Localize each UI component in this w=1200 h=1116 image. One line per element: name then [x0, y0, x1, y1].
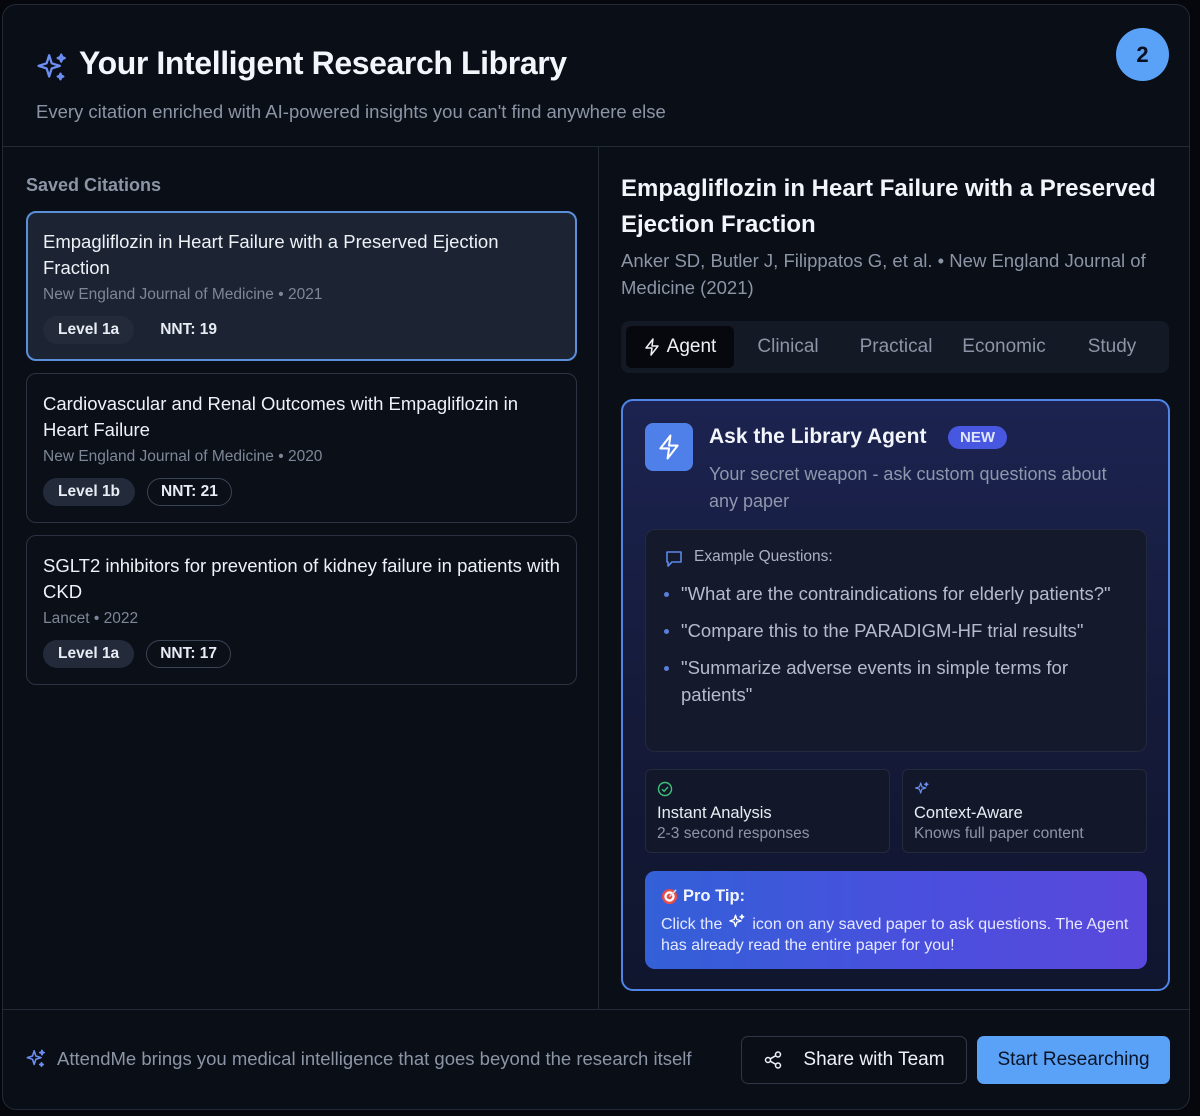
share-icon	[765, 1051, 782, 1069]
tab-label: Practical	[859, 336, 933, 357]
feature-description: 2-3 second responses	[657, 825, 810, 842]
pro-tip-text-before: Click the	[661, 916, 723, 933]
new-badge: NEW	[948, 426, 1007, 449]
tab-bar: Agent Clinical Practical Economic Study	[621, 321, 1169, 373]
tab-label: Economic	[962, 336, 1046, 357]
citations-panel: Saved Citations Empagliflozin in Heart F…	[3, 147, 599, 1009]
citation-title: Empagliflozin in Heart Failure with a Pr…	[43, 231, 499, 278]
agent-description: Your secret weapon - ask custom question…	[709, 464, 1107, 511]
citation-card[interactable]: Cardiovascular and Renal Outcomes with E…	[26, 373, 577, 523]
step-badge: 2	[1116, 28, 1169, 81]
sparkle-icon	[729, 914, 745, 928]
agent-heading: Ask the Library Agent	[709, 425, 927, 448]
citation-tags: Level 1a NNT: 17	[43, 640, 560, 668]
feature-title: Instant Analysis	[657, 804, 772, 822]
paper-title: Empagliflozin in Heart Failure with a Pr…	[621, 175, 1156, 238]
tab-label: Study	[1087, 336, 1137, 357]
citation-card[interactable]: Empagliflozin in Heart Failure with a Pr…	[26, 211, 577, 361]
examples-label: Example Questions:	[694, 548, 833, 565]
section-label: Saved Citations	[26, 175, 162, 195]
example-question[interactable]: "Compare this to the PARADIGM-HF trial r…	[664, 617, 1134, 644]
pro-tip-title: Pro Tip:	[683, 887, 746, 905]
feature-description: Knows full paper content	[914, 825, 1084, 842]
evidence-level-badge: Level 1a	[43, 316, 135, 344]
evidence-level-badge: Level 1a	[43, 640, 135, 668]
pro-tip-box: Pro Tip: Click the icon on any saved pape…	[645, 871, 1147, 969]
tab-practical[interactable]: Practical	[842, 326, 950, 368]
agent-icon-tile	[645, 423, 693, 471]
example-questions-box: Example Questions: "What are the contrai…	[645, 529, 1147, 752]
tab-economic[interactable]: Economic	[950, 326, 1058, 368]
pro-tip-text: Click the icon on any saved paper to ask …	[661, 913, 1137, 956]
tab-agent[interactable]: Agent	[626, 326, 734, 368]
sparkle-icon	[26, 1049, 46, 1068]
citation-meta: New England Journal of Medicine • 2020	[43, 448, 323, 465]
citation-tags: Level 1b NNT: 21	[43, 478, 560, 506]
paper-authors: Anker SD, Butler J, Filippatos G, et al.…	[621, 250, 1146, 298]
page-title: Your Intelligent Research Library	[79, 45, 567, 81]
evidence-level-badge: Level 1b	[43, 478, 136, 506]
start-researching-button[interactable]: Start Researching	[977, 1036, 1170, 1084]
tab-label: Clinical	[757, 336, 819, 357]
check-circle-icon	[657, 781, 673, 797]
agent-card: Ask the Library Agent NEW Your secret we…	[621, 399, 1170, 991]
app-window: Your Intelligent Research Library Every …	[2, 4, 1190, 1110]
example-question[interactable]: "Summarize adverse events in simple term…	[664, 654, 1134, 708]
citation-list: Empagliflozin in Heart Failure with a Pr…	[26, 211, 577, 697]
footer: AttendMe brings you medical intelligence…	[3, 1009, 1189, 1109]
tab-label: Agent	[666, 336, 717, 357]
detail-panel: Empagliflozin in Heart Failure with a Pr…	[599, 147, 1189, 1009]
feature-instant-analysis: Instant Analysis 2-3 second responses	[645, 769, 890, 853]
nnt-badge: NNT: 17	[146, 640, 232, 668]
examples-list: "What are the contraindications for elde…	[664, 580, 1134, 718]
feature-context-aware: Context-Aware Knows full paper content	[902, 769, 1147, 853]
share-with-team-button[interactable]: Share with Team	[741, 1036, 967, 1084]
bolt-icon	[659, 434, 679, 460]
citation-meta: New England Journal of Medicine • 2021	[43, 286, 323, 303]
sparkle-icon	[915, 782, 929, 794]
feature-title: Context-Aware	[914, 804, 1023, 822]
tab-clinical[interactable]: Clinical	[734, 326, 842, 368]
bolt-icon	[644, 338, 659, 356]
example-question[interactable]: "What are the contraindications for elde…	[664, 580, 1134, 607]
chat-bubble-icon	[666, 551, 682, 567]
sparkle-icon	[37, 53, 66, 81]
header: Your Intelligent Research Library Every …	[3, 5, 1189, 147]
target-icon	[661, 888, 678, 905]
footer-tagline: AttendMe brings you medical intelligence…	[57, 1048, 692, 1069]
citation-title: Cardiovascular and Renal Outcomes with E…	[43, 393, 519, 440]
citation-card[interactable]: SGLT2 inhibitors for prevention of kidne…	[26, 535, 577, 685]
tab-study[interactable]: Study	[1058, 326, 1166, 368]
nnt-badge: NNT: 19	[160, 321, 218, 338]
citation-tags: Level 1a NNT: 19	[43, 316, 560, 344]
page-subtitle: Every citation enriched with AI-powered …	[36, 101, 666, 122]
citation-title: SGLT2 inhibitors for prevention of kidne…	[43, 555, 560, 602]
nnt-badge: NNT: 21	[147, 478, 232, 506]
citation-meta: Lancet • 2022	[43, 610, 139, 627]
share-button-label: Share with Team	[803, 1049, 945, 1070]
